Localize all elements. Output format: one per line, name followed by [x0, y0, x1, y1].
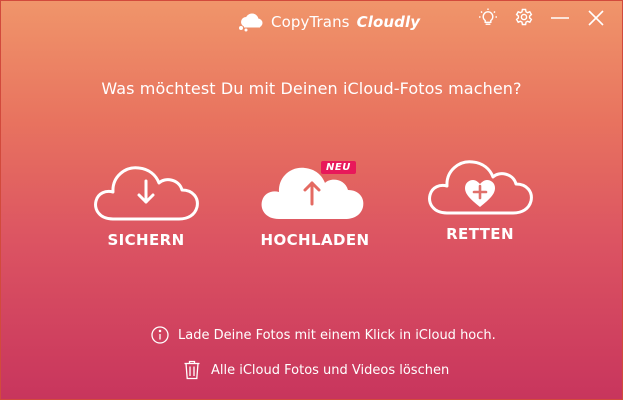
sichern-label: SICHERN: [107, 231, 185, 249]
app-brand: Cloudly: [356, 13, 421, 31]
close-button[interactable]: [578, 6, 614, 30]
app-window: CopyTrans Cloudly Was möchtest Du mit De…: [0, 0, 623, 400]
app-title: CopyTrans Cloudly: [238, 12, 420, 32]
hochladen-button[interactable]: HOCHLADEN: [253, 157, 377, 249]
settings-button[interactable]: [506, 6, 542, 30]
trash-icon: [184, 360, 200, 380]
hochladen-label: HOCHLADEN: [260, 231, 370, 249]
retten-label: RETTEN: [446, 225, 514, 243]
lightbulb-icon: [479, 8, 497, 25]
title-bar: CopyTrans Cloudly: [1, 1, 622, 43]
info-icon: [151, 326, 169, 344]
app-logo-icon: [239, 13, 263, 32]
delete-text: Alle iCloud Fotos und Videos löschen: [211, 362, 450, 378]
info-line: Lade Deine Fotos mit einem Klick in iClo…: [151, 326, 496, 344]
page-question: Was möchtest Du mit Deinen iCloud-Fotos …: [101, 79, 522, 98]
cloud-heart-icon: [428, 160, 533, 215]
sichern-button[interactable]: SICHERN: [89, 157, 203, 249]
title-buttons: [470, 6, 614, 30]
minimize-icon: [551, 17, 569, 19]
close-icon: [588, 10, 604, 26]
info-text: Lade Deine Fotos mit einem Klick in iClo…: [178, 327, 496, 343]
gear-icon: [515, 8, 533, 26]
minimize-button[interactable]: [542, 6, 578, 30]
cloud-download-icon: [94, 166, 199, 221]
app-name: CopyTrans: [271, 13, 350, 31]
new-badge: NEU: [321, 161, 356, 174]
retten-button[interactable]: RETTEN: [423, 151, 537, 243]
lightbulb-button[interactable]: [470, 6, 506, 30]
delete-all-link[interactable]: Alle iCloud Fotos und Videos löschen: [183, 360, 449, 380]
cloud-upload-icon: [261, 167, 364, 219]
